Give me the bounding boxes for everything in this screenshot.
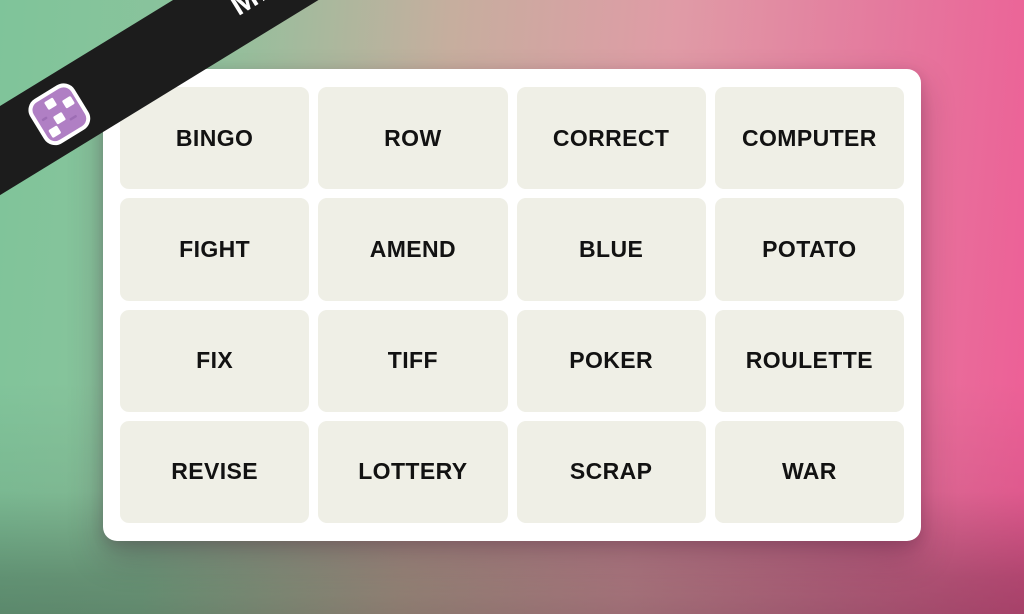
word-tile[interactable]: REVISE [120, 420, 310, 523]
word-tile[interactable]: TIFF [318, 309, 508, 412]
word-tile[interactable]: POKER [516, 309, 706, 412]
word-tile[interactable]: ROW [318, 87, 508, 190]
word-tile[interactable]: BLUE [516, 198, 706, 301]
puzzle-card: BINGO ROW CORRECT COMPUTER FIGHT AMEND B… [103, 69, 921, 541]
word-tile[interactable]: FIX [120, 309, 310, 412]
word-tile[interactable]: FIGHT [120, 198, 310, 301]
word-tile-grid: BINGO ROW CORRECT COMPUTER FIGHT AMEND B… [120, 87, 904, 523]
connections-logo-icon [22, 77, 96, 151]
word-tile[interactable]: SCRAP [516, 420, 706, 523]
word-tile[interactable]: WAR [714, 420, 904, 523]
word-tile[interactable]: ROULETTE [714, 309, 904, 412]
word-tile[interactable]: COMPUTER [714, 87, 904, 190]
word-tile[interactable]: AMEND [318, 198, 508, 301]
word-tile[interactable]: POTATO [714, 198, 904, 301]
word-tile[interactable]: LOTTERY [318, 420, 508, 523]
ribbon-date-label: MARCH 27 [224, 0, 396, 23]
word-tile[interactable]: CORRECT [516, 87, 706, 190]
